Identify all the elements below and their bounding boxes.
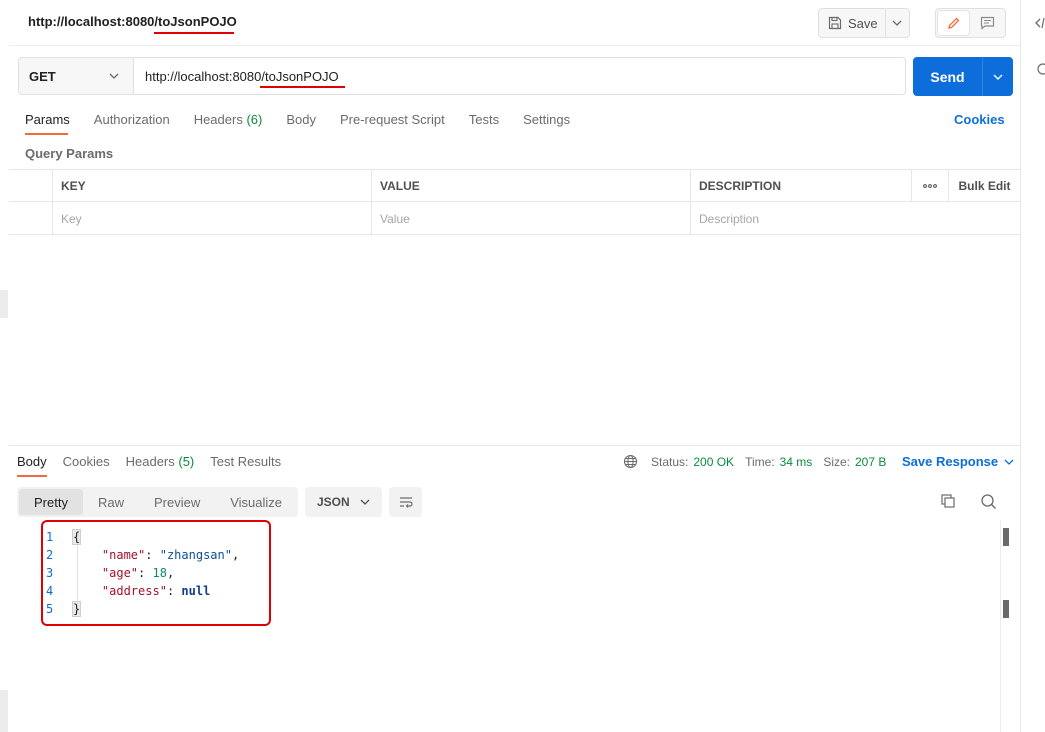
scrollbar-thumb[interactable] bbox=[1003, 600, 1009, 618]
view-tab-raw[interactable]: Raw bbox=[83, 489, 139, 515]
request-tabs: Params Authorization Headers (6) Body Pr… bbox=[25, 112, 594, 132]
response-tab-headers-label: Headers bbox=[125, 454, 175, 469]
column-header-key: KEY bbox=[53, 170, 372, 201]
save-button[interactable]: Save bbox=[818, 8, 910, 38]
save-icon bbox=[828, 16, 842, 30]
url-input[interactable] bbox=[133, 57, 906, 95]
active-tab-indicator bbox=[25, 133, 68, 135]
table-row: Key Value Description bbox=[9, 202, 1020, 235]
response-tab-body[interactable]: Body bbox=[17, 454, 47, 469]
response-status: Status: 200 OK Time: 34 ms Size: 207 B bbox=[623, 454, 897, 469]
tab-authorization[interactable]: Authorization bbox=[94, 112, 170, 132]
size-value[interactable]: 207 B bbox=[855, 455, 886, 469]
chevron-down-icon bbox=[109, 73, 119, 79]
left-gutter bbox=[0, 0, 9, 732]
description-input[interactable]: Description bbox=[691, 202, 912, 235]
value-input[interactable]: Value bbox=[372, 202, 691, 235]
active-response-tab-indicator bbox=[17, 475, 47, 477]
scroll-track bbox=[1000, 520, 1001, 732]
request-title[interactable]: http://localhost:8080/toJsonPOJO bbox=[28, 14, 237, 29]
chevron-down-icon bbox=[993, 74, 1003, 80]
chevron-down-icon bbox=[360, 499, 370, 505]
save-options-button[interactable] bbox=[886, 20, 909, 26]
response-tabs: Body Cookies Headers (5) Test Results bbox=[17, 454, 297, 469]
globe-icon[interactable] bbox=[623, 454, 638, 469]
send-options-button[interactable] bbox=[983, 74, 1013, 80]
annotation-highlight-box bbox=[41, 520, 271, 626]
chevron-down-icon bbox=[892, 20, 902, 26]
comment-icon bbox=[980, 16, 994, 30]
tab-settings[interactable]: Settings bbox=[523, 112, 570, 132]
response-tab-test-results[interactable]: Test Results bbox=[210, 454, 281, 469]
format-label: JSON bbox=[317, 495, 350, 509]
code-snippet-icon[interactable] bbox=[1035, 16, 1045, 30]
more-options-icon bbox=[923, 183, 937, 188]
size-label: Size: bbox=[823, 454, 850, 469]
wrap-lines-button[interactable] bbox=[389, 487, 422, 517]
save-response-label: Save Response bbox=[902, 454, 999, 469]
tab-headers-count: (6) bbox=[246, 112, 263, 127]
left-gutter-handle[interactable] bbox=[0, 690, 8, 732]
time-value[interactable]: 34 ms bbox=[780, 455, 813, 469]
right-side-panel bbox=[1021, 0, 1045, 732]
query-params-label: Query Params bbox=[25, 146, 114, 161]
save-response-button[interactable]: Save Response bbox=[902, 454, 1014, 469]
save-main[interactable]: Save bbox=[819, 9, 886, 37]
key-input[interactable]: Key bbox=[53, 202, 372, 235]
header-divider bbox=[9, 45, 1020, 46]
method-label: GET bbox=[29, 68, 56, 84]
response-divider[interactable] bbox=[9, 445, 1020, 446]
view-mode-tabs: Pretty Raw Preview Visualize bbox=[17, 487, 298, 517]
response-tab-headers-count: (5) bbox=[178, 454, 195, 469]
scrollbar-thumb[interactable] bbox=[1003, 528, 1009, 546]
status-value[interactable]: 200 OK bbox=[693, 455, 734, 469]
send-label: Send bbox=[930, 68, 965, 85]
time-label: Time: bbox=[745, 454, 775, 469]
method-select[interactable]: GET bbox=[18, 57, 133, 95]
annotation-underline bbox=[260, 86, 345, 88]
bulk-edit-button[interactable]: Bulk Edit bbox=[949, 170, 1020, 201]
search-icon[interactable] bbox=[980, 493, 997, 513]
table-header-checkbox-cell bbox=[9, 170, 53, 201]
table-header-row: KEY VALUE DESCRIPTION Bulk Edit bbox=[9, 170, 1020, 202]
tab-pre-request-script[interactable]: Pre-request Script bbox=[340, 112, 445, 132]
status-label: Status: bbox=[651, 454, 689, 469]
cookies-link[interactable]: Cookies bbox=[954, 112, 1005, 127]
view-tab-pretty[interactable]: Pretty bbox=[19, 489, 83, 515]
response-tab-headers[interactable]: Headers (5) bbox=[126, 454, 195, 469]
tab-body[interactable]: Body bbox=[286, 112, 316, 132]
row-checkbox-cell[interactable] bbox=[9, 202, 53, 235]
more-options-button[interactable] bbox=[912, 170, 949, 201]
comments-mode-button[interactable] bbox=[972, 11, 1002, 35]
pencil-icon bbox=[947, 17, 959, 29]
chevron-down-icon bbox=[1004, 459, 1014, 465]
column-header-value: VALUE bbox=[372, 170, 691, 201]
info-icon[interactable] bbox=[1035, 62, 1045, 76]
view-tab-visualize[interactable]: Visualize bbox=[215, 489, 297, 515]
left-gutter-handle[interactable] bbox=[0, 290, 8, 318]
tab-tests[interactable]: Tests bbox=[469, 112, 499, 132]
copy-icon[interactable] bbox=[940, 493, 956, 512]
format-select[interactable]: JSON bbox=[305, 487, 382, 517]
tab-params[interactable]: Params bbox=[25, 112, 70, 132]
wrap-lines-icon bbox=[399, 497, 413, 508]
view-tab-preview[interactable]: Preview bbox=[139, 489, 215, 515]
tab-headers[interactable]: Headers (6) bbox=[194, 112, 263, 132]
response-tab-cookies[interactable]: Cookies bbox=[63, 454, 110, 469]
request-title-host: http://localhost:8080/ bbox=[28, 14, 159, 29]
edit-mode-button[interactable] bbox=[938, 11, 969, 35]
request-title-path: toJsonPOJO bbox=[158, 14, 237, 29]
tab-headers-label: Headers bbox=[193, 112, 243, 127]
column-header-description: DESCRIPTION bbox=[691, 170, 912, 201]
annotation-underline bbox=[154, 32, 234, 34]
query-params-table: KEY VALUE DESCRIPTION Bulk Edit Key Valu… bbox=[9, 169, 1020, 235]
send-button[interactable]: Send bbox=[913, 57, 1013, 96]
save-label: Save bbox=[848, 15, 878, 31]
